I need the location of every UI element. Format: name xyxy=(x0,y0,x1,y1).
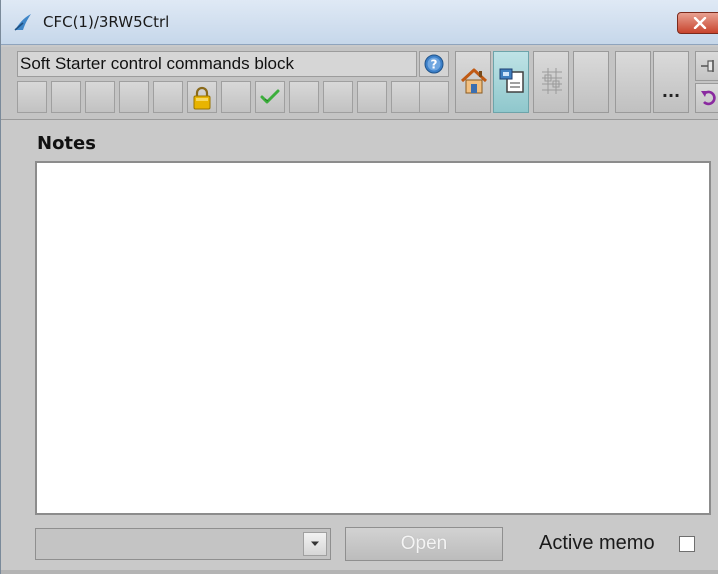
empty-view-button[interactable] xyxy=(615,51,651,113)
faceplate-view-icon xyxy=(499,68,524,93)
pin-button[interactable] xyxy=(695,51,718,81)
more-views-label: ... xyxy=(661,82,681,101)
memo-dropdown[interactable] xyxy=(35,528,331,560)
faceplate-window: CFC(1)/3RW5Ctrl Soft Starter control com… xyxy=(0,0,718,574)
toolbar-slot[interactable] xyxy=(153,81,183,113)
lock-button[interactable] xyxy=(187,81,217,113)
toolbar-slot[interactable] xyxy=(17,81,47,113)
help-icon: ? xyxy=(424,54,444,74)
toolbar-slot[interactable] xyxy=(323,81,353,113)
chevron-down-icon xyxy=(311,541,319,546)
active-memo-label: Active memo xyxy=(539,532,655,554)
toolbar-slot[interactable] xyxy=(51,81,81,113)
toolbar-slot[interactable] xyxy=(85,81,115,113)
faceplate-view-button[interactable] xyxy=(493,51,529,113)
window-title: CFC(1)/3RW5Ctrl xyxy=(43,13,170,31)
app-icon xyxy=(13,12,33,32)
pin-icon xyxy=(701,60,714,72)
toolbar-slot[interactable] xyxy=(289,81,319,113)
notes-heading: Notes xyxy=(37,133,96,154)
home-icon xyxy=(460,68,488,94)
toolbar-slot[interactable] xyxy=(391,81,421,113)
undo-icon xyxy=(701,90,716,106)
undo-button[interactable] xyxy=(695,83,718,113)
toolbar-slot[interactable] xyxy=(221,81,251,113)
block-description: Soft Starter control commands block xyxy=(17,51,417,77)
toolbar-slot[interactable] xyxy=(119,81,149,113)
toolbar-slot[interactable] xyxy=(357,81,387,113)
window-bottom-border xyxy=(1,570,718,574)
empty-view-button[interactable] xyxy=(573,51,609,113)
trend-grid-icon xyxy=(542,68,562,94)
notes-textarea[interactable] xyxy=(35,161,711,515)
toolbar-slot[interactable] xyxy=(419,81,449,113)
svg-text:?: ? xyxy=(431,58,438,72)
open-button[interactable]: Open xyxy=(345,527,503,561)
check-icon xyxy=(260,89,280,104)
trend-view-button[interactable] xyxy=(533,51,569,113)
help-button[interactable]: ? xyxy=(419,51,449,77)
title-bar[interactable]: CFC(1)/3RW5Ctrl xyxy=(1,0,718,45)
close-button[interactable] xyxy=(677,12,718,34)
release-button[interactable] xyxy=(255,81,285,113)
faceplate-toolbar: Soft Starter control commands block ? ..… xyxy=(1,47,718,120)
more-views-button[interactable]: ... xyxy=(653,51,689,113)
active-memo-checkbox[interactable] xyxy=(679,536,695,552)
lock-icon xyxy=(193,86,211,110)
home-view-button[interactable] xyxy=(455,51,491,113)
close-icon xyxy=(693,17,707,29)
dropdown-arrow-button[interactable] xyxy=(303,532,327,556)
